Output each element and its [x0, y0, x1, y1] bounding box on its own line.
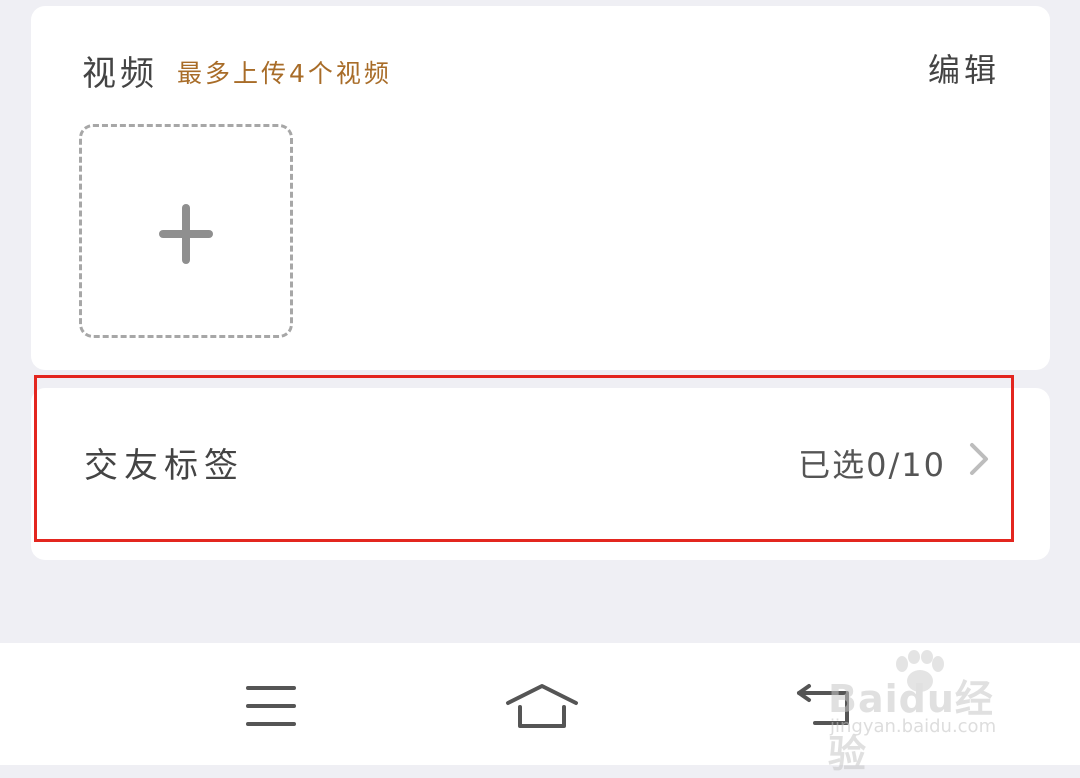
chevron-right-icon: [970, 443, 988, 475]
tags-label: 交友标签: [84, 446, 244, 486]
tags-row[interactable]: 交友标签 已选0/10: [31, 388, 1050, 560]
video-section-title: 视频: [82, 54, 158, 94]
back-button[interactable]: [795, 683, 853, 733]
menu-button[interactable]: [246, 686, 298, 730]
plus-icon: [159, 204, 213, 264]
video-upload-hint: 最多上传4个视频: [177, 59, 392, 88]
home-button[interactable]: [505, 683, 579, 733]
home-icon: [506, 684, 578, 728]
back-icon: [797, 684, 849, 725]
menu-icon: [246, 686, 296, 726]
system-nav-bar: [0, 643, 1080, 765]
add-video-button[interactable]: [79, 124, 293, 338]
screen: { "video_section": { "title": "视频", "hin…: [0, 0, 1080, 776]
video-card: 视频 最多上传4个视频 编辑: [31, 6, 1050, 370]
edit-button[interactable]: 编辑: [928, 45, 1000, 91]
tags-selected-count: 已选0/10: [798, 446, 946, 484]
